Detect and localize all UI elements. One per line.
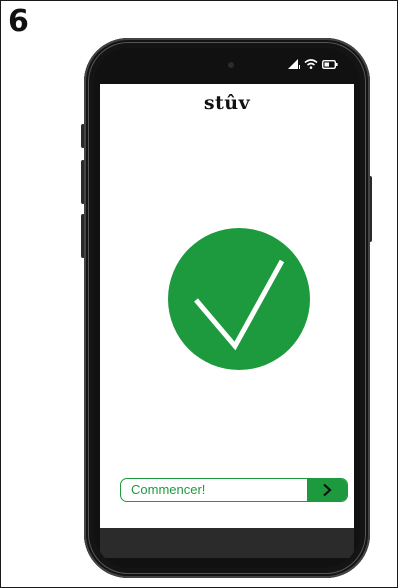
phone-body: stûv Commencer! [94,48,360,568]
status-icons [288,59,338,69]
chevron-right-icon[interactable] [307,479,347,501]
front-camera [228,62,234,68]
brand-logo: stûv [203,92,251,114]
checkmark-icon [168,228,310,370]
app-screen: stûv Commencer! [100,84,354,528]
start-button[interactable]: Commencer! [120,478,348,502]
wifi-icon [304,59,318,69]
step-number: 6 [8,4,29,39]
status-bar [94,48,360,84]
home-indicator-area [100,528,354,558]
phone-device: stûv Commencer! [84,38,370,578]
start-button-label: Commencer! [131,482,206,497]
battery-icon [322,59,338,69]
signal-icon [288,59,300,69]
